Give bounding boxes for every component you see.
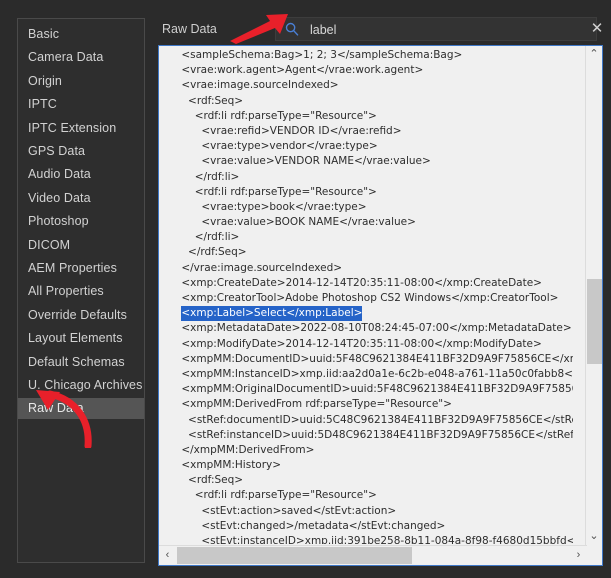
sidebar-item-default-schemas[interactable]: Default Schemas [18, 352, 144, 373]
sidebar-item-dicom[interactable]: DICOM [18, 235, 144, 256]
code-line[interactable]: <rdf:Seq> [168, 473, 573, 488]
code-line[interactable]: <vrae:type>book</vrae:type> [168, 200, 573, 215]
sidebar-item-label: Basic [28, 27, 60, 41]
page-title: Raw Data [162, 22, 217, 36]
scroll-down-icon[interactable]: ⌄ [586, 528, 602, 545]
code-line[interactable]: </xmpMM:DerivedFrom> [168, 443, 573, 458]
code-line[interactable]: <xmp:CreatorTool>Adobe Photoshop CS2 Win… [168, 291, 573, 306]
sidebar-item-label: AEM Properties [28, 261, 117, 275]
code-line[interactable]: <stRef:instanceID>uuid:5D48C9621384E411B… [168, 428, 573, 443]
sidebar-item-label: Audio Data [28, 167, 91, 182]
code-line[interactable]: <stEvt:changed>/metadata</stEvt:changed> [168, 519, 573, 534]
sidebar-item-label: All Properties [28, 284, 104, 299]
code-line[interactable]: <xmp:Label>Select</xmp:Label> [168, 306, 573, 322]
main-pane: Raw Data ✕ <sampleSchema:Bag>1; 2; 3</sa… [150, 0, 611, 578]
code-line[interactable]: <rdf:Seq> [168, 94, 573, 109]
code-line[interactable]: <rdf:li rdf:parseType="Resource"> [168, 488, 573, 503]
code-line[interactable]: <xmpMM:DocumentID>uuid:5F48C9621384E411B… [168, 352, 573, 367]
sidebar-item-label: Default Schemas [28, 354, 125, 369]
code-line[interactable]: <vrae:value>BOOK NAME</vrae:value> [168, 215, 573, 230]
sidebar-item-raw-data[interactable]: Raw Data [18, 398, 144, 420]
sidebar: Basic Camera Data Origin IPTC IPTC Extension… [0, 0, 150, 578]
scroll-up-icon[interactable]: ⌃ [586, 46, 602, 63]
code-line[interactable]: <xmp:CreateDate>2014-12-14T20:35:11-08:0… [168, 276, 573, 291]
code-line[interactable]: <vrae:image.sourceIndexed> [168, 78, 573, 93]
scroll-right-icon[interactable]: › [570, 546, 587, 565]
sidebar-item-gps-data[interactable]: GPS Data [18, 141, 144, 162]
code-line[interactable]: <rdf:li rdf:parseType="Resource"> [168, 185, 573, 200]
metadata-editor-window: Basic Camera Data Origin IPTC IPTC Extension… [0, 0, 611, 578]
sidebar-panel: Basic Camera Data Origin IPTC IPTC Extension… [17, 18, 145, 563]
code-line[interactable]: <rdf:li rdf:parseType="Resource"> [168, 109, 573, 124]
code-line[interactable]: <xmp:ModifyDate>2014-12-14T20:35:11-08:0… [168, 337, 573, 352]
sidebar-item-iptc[interactable]: IPTC [18, 94, 144, 115]
sidebar-item-label: DICOM [28, 237, 71, 252]
code-line[interactable]: <vrae:value>VENDOR NAME</vrae:value> [168, 154, 573, 169]
code-line[interactable]: <xmpMM:OriginalDocumentID>uuid:5F48C9621… [168, 382, 573, 397]
code-line[interactable]: <stEvt:action>saved</stEvt:action> [168, 504, 573, 519]
raw-data-viewer: <sampleSchema:Bag>1; 2; 3</sampleSchema:… [158, 45, 603, 566]
code-line[interactable]: <stRef:documentID>uuid:5C48C9621384E411B… [168, 413, 573, 428]
sidebar-item-label: Photoshop [28, 214, 89, 229]
sidebar-item-video-data[interactable]: Video Data [18, 188, 144, 209]
sidebar-item-label: Origin [28, 73, 62, 88]
sidebar-item-label: Raw Data [28, 401, 84, 416]
close-icon[interactable]: ✕ [587, 19, 607, 39]
sidebar-item-label: IPTC [28, 97, 57, 112]
sidebar-item-photoshop[interactable]: Photoshop [18, 211, 144, 232]
search-input[interactable] [308, 18, 592, 42]
vertical-scrollbar[interactable]: ⌃ ⌄ [585, 46, 602, 565]
code-line[interactable]: <xmpMM:DerivedFrom rdf:parseType="Resour… [168, 397, 573, 412]
code-line[interactable]: </vrae:image.sourceIndexed> [168, 261, 573, 276]
code-line[interactable]: <vrae:refid>VENDOR ID</vrae:refid> [168, 124, 573, 139]
search-field[interactable] [275, 17, 597, 42]
code-line[interactable]: <xmpMM:History> [168, 458, 573, 473]
horizontal-scrollbar-thumb[interactable] [177, 547, 412, 564]
sidebar-item-label: Camera Data [28, 50, 104, 65]
sidebar-item-all-properties[interactable]: All Properties [18, 281, 144, 302]
sidebar-item-label: IPTC Extension [28, 120, 117, 135]
sidebar-item-label: Video Data [28, 190, 91, 205]
sidebar-item-u-chicago-archives[interactable]: U. Chicago Archives [18, 375, 144, 396]
vertical-scrollbar-thumb[interactable] [587, 279, 602, 364]
horizontal-scrollbar[interactable]: ‹ › [159, 545, 587, 565]
code-line[interactable]: <xmpMM:InstanceID>xmp.iid:aa2d0a1e-6c2b-… [168, 367, 573, 382]
sidebar-item-label: Layout Elements [28, 331, 123, 346]
sidebar-item-label: U. Chicago Archives [28, 378, 143, 392]
sidebar-item-label: GPS Data [28, 144, 86, 158]
code-line[interactable]: </rdf:Seq> [168, 245, 573, 260]
code-line[interactable]: </rdf:li> [168, 170, 573, 185]
sidebar-item-aem-properties[interactable]: AEM Properties [18, 258, 144, 279]
sidebar-item-label: Override Defaults [28, 307, 127, 322]
code-line[interactable]: <vrae:type>vendor</vrae:type> [168, 139, 573, 154]
code-line[interactable]: <sampleSchema:Bag>1; 2; 3</sampleSchema:… [168, 48, 573, 63]
code-line[interactable]: </rdf:li> [168, 230, 573, 245]
search-icon [285, 22, 299, 36]
sidebar-item-basic[interactable]: Basic [18, 24, 144, 45]
panel-header: Raw Data ✕ [150, 17, 611, 42]
code-line[interactable]: <xmp:MetadataDate>2022-08-10T08:24:45-07… [168, 321, 573, 336]
sidebar-item-audio-data[interactable]: Audio Data [18, 164, 144, 185]
code-line[interactable]: <stEvt:instanceID>xmp.iid:391be258-8b11-… [168, 534, 573, 544]
scroll-left-icon[interactable]: ‹ [159, 546, 176, 565]
sidebar-item-layout-elements[interactable]: Layout Elements [18, 328, 144, 349]
sidebar-item-override-defaults[interactable]: Override Defaults [18, 305, 144, 326]
sidebar-item-camera-data[interactable]: Camera Data [18, 47, 144, 68]
raw-xmp-text[interactable]: <sampleSchema:Bag>1; 2; 3</sampleSchema:… [159, 48, 573, 544]
code-line[interactable]: <vrae:work.agent>Agent</vrae:work.agent> [168, 63, 573, 78]
sidebar-item-origin[interactable]: Origin [18, 71, 144, 92]
selected-code-text[interactable]: <xmp:Label>Select</xmp:Label> [181, 306, 363, 322]
sidebar-item-iptc-extension[interactable]: IPTC Extension [18, 118, 144, 139]
